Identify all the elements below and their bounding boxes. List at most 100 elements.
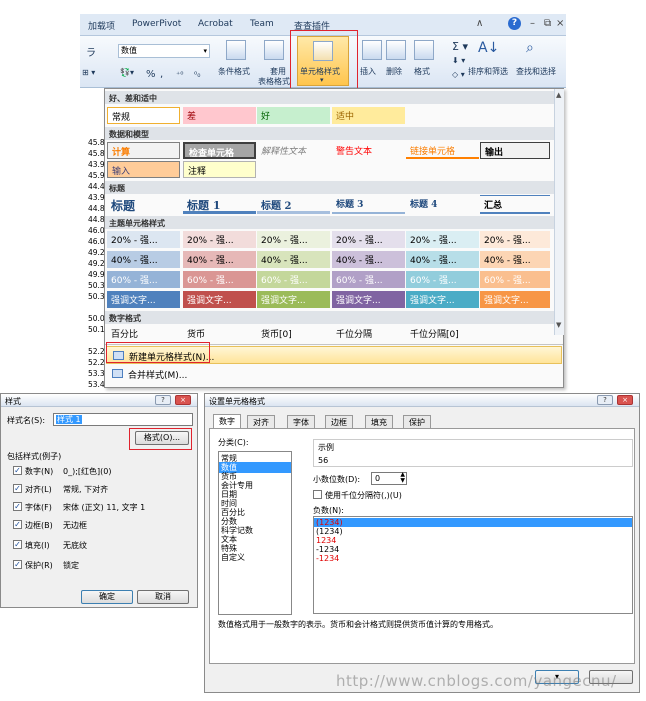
style-title[interactable]: 标题 [107,195,180,214]
comma-button[interactable]: , [160,69,163,80]
negative-option[interactable]: -1234 [316,545,339,554]
insert-cells-icon[interactable] [362,40,382,60]
style-20-accent2[interactable]: 20% - 强... [183,231,256,248]
decrease-decimal-icon[interactable]: ⁰₀ [194,70,200,79]
category-item[interactable]: 自定义 [221,552,245,563]
cancel-button[interactable]: 取消 [137,590,189,604]
checkbox-protection[interactable]: ✓ [13,560,22,569]
merge-icon[interactable]: ⊞ ▾ [82,68,95,77]
style-60-accent5[interactable]: 60% - 强... [406,271,479,288]
style-heading-1[interactable]: 标题 1 [183,195,256,214]
style-20-accent1[interactable]: 20% - 强... [107,231,180,248]
currency-icon[interactable]: 💱▾ [120,68,134,77]
sort-filter-label[interactable]: 排序和筛选 [468,66,508,77]
minimize-icon[interactable]: – [530,18,535,29]
style-percent[interactable]: 百分比 [107,325,180,342]
decimal-places-input[interactable]: 0 ▲ ▼ [371,472,407,485]
format-label[interactable]: 格式 [414,66,430,77]
number-format-select[interactable]: 数值 ▾ [118,44,210,58]
style-40-accent3[interactable]: 40% - 强... [257,251,330,268]
style-heading-2[interactable]: 标题 2 [257,195,330,214]
style-neutral[interactable]: 适中 [332,107,405,124]
table-format-icon[interactable] [264,40,284,60]
style-heading-3[interactable]: 标题 3 [332,195,405,214]
tab-font[interactable]: 字体 [287,415,315,428]
style-accent6[interactable]: 强调文字... [480,291,550,308]
style-60-accent3[interactable]: 60% - 强... [257,271,330,288]
delete-cells-icon[interactable] [386,40,406,60]
tab-protection[interactable]: 保护 [403,415,431,428]
style-accent3[interactable]: 强调文字... [257,291,330,308]
style-60-accent4[interactable]: 60% - 强... [332,271,405,288]
checkbox-alignment[interactable]: ✓ [13,484,22,493]
style-note[interactable]: 注释 [183,161,256,178]
negative-option-selected[interactable]: (1234) [314,518,632,527]
ok-button[interactable]: 确定 [81,590,133,604]
checkbox-font[interactable]: ✓ [13,502,22,511]
style-40-accent1[interactable]: 40% - 强... [107,251,180,268]
style-comma[interactable]: 千位分隔 [332,325,405,342]
scroll-down-icon[interactable]: ▼ [556,321,561,329]
style-20-accent6[interactable]: 20% - 强... [480,231,550,248]
menu-merge-styles[interactable]: 合并样式(M)... [106,365,562,383]
tab-border[interactable]: 边框 [325,415,353,428]
style-accent4[interactable]: 强调文字... [332,291,405,308]
category-list[interactable]: 常规 数值 货币 会计专用 日期 时间 百分比 分数 科学记数 文本 特殊 自定… [218,451,292,615]
find-select-icon[interactable]: ⌕ [526,40,534,56]
style-40-accent2[interactable]: 40% - 强... [183,251,256,268]
style-input[interactable]: 输入 [107,161,180,178]
tab-fill[interactable]: 填充 [365,415,393,428]
table-format-label-2[interactable]: 表格格式 [258,76,290,87]
tab-team[interactable]: Team [250,19,274,29]
style-normal[interactable]: 常规 [107,107,180,124]
conditional-format-icon[interactable] [226,40,246,60]
spinner-icon[interactable]: ▲ ▼ [400,472,405,484]
style-linked-cell[interactable]: 链接单元格 [406,142,479,159]
fill-icon[interactable]: ⬇ ▾ [452,56,465,65]
thousands-separator-checkbox[interactable] [313,490,322,499]
style-heading-4[interactable]: 标题 4 [406,195,479,214]
close-button[interactable]: × [175,395,191,405]
style-60-accent1[interactable]: 60% - 强... [107,271,180,288]
insert-label[interactable]: 插入 [360,66,376,77]
minimize-ribbon-icon[interactable]: ∧ [476,18,483,29]
delete-label[interactable]: 删除 [386,66,402,77]
increase-decimal-icon[interactable]: ⁺⁰ [176,70,183,79]
restore-icon[interactable]: ⧉ [544,18,551,29]
checkbox-border[interactable]: ✓ [13,520,22,529]
find-select-label[interactable]: 查找和选择 [516,66,556,77]
style-bad[interactable]: 差 [183,107,256,124]
style-total[interactable]: 汇总 [480,195,550,214]
align-icon[interactable]: ラ [86,44,96,59]
checkbox-fill[interactable]: ✓ [13,540,22,549]
style-warning[interactable]: 警告文本 [332,142,405,159]
style-name-input[interactable]: 样式 1 [53,413,193,426]
tab-powerpivot[interactable]: PowerPivot [132,19,181,29]
tab-acrobat[interactable]: Acrobat [198,19,233,29]
style-explanatory[interactable]: 解释性文本 [257,142,330,159]
conditional-format-label[interactable]: 条件格式 [218,66,250,77]
style-20-accent5[interactable]: 20% - 强... [406,231,479,248]
style-calculation[interactable]: 计算 [107,142,180,159]
style-output[interactable]: 输出 [480,142,550,159]
format-cells-icon[interactable] [414,40,434,60]
style-20-accent4[interactable]: 20% - 强... [332,231,405,248]
negative-option[interactable]: -1234 [316,554,339,563]
gallery-scrollbar[interactable]: ▲ ▼ [554,89,564,335]
clear-icon[interactable]: ◇ ▾ [452,70,465,79]
negative-numbers-list[interactable]: (1234) (1234) 1234 -1234 -1234 [313,516,633,614]
style-check-cell[interactable]: 检查单元格 [183,142,256,159]
style-currency-0[interactable]: 货币[0] [257,325,330,342]
sort-filter-icon[interactable]: A↓ [478,40,499,56]
style-40-accent6[interactable]: 40% - 强... [480,251,550,268]
scroll-up-icon[interactable]: ▲ [556,91,561,99]
style-currency[interactable]: 货币 [183,325,256,342]
style-40-accent5[interactable]: 40% - 强... [406,251,479,268]
style-good[interactable]: 好 [257,107,330,124]
tab-alignment[interactable]: 对齐 [247,415,275,428]
checkbox-number[interactable]: ✓ [13,466,22,475]
negative-option[interactable]: (1234) [316,527,343,536]
style-accent1[interactable]: 强调文字... [107,291,180,308]
percent-button[interactable]: % [146,69,156,80]
help-icon[interactable]: ? [508,17,521,30]
